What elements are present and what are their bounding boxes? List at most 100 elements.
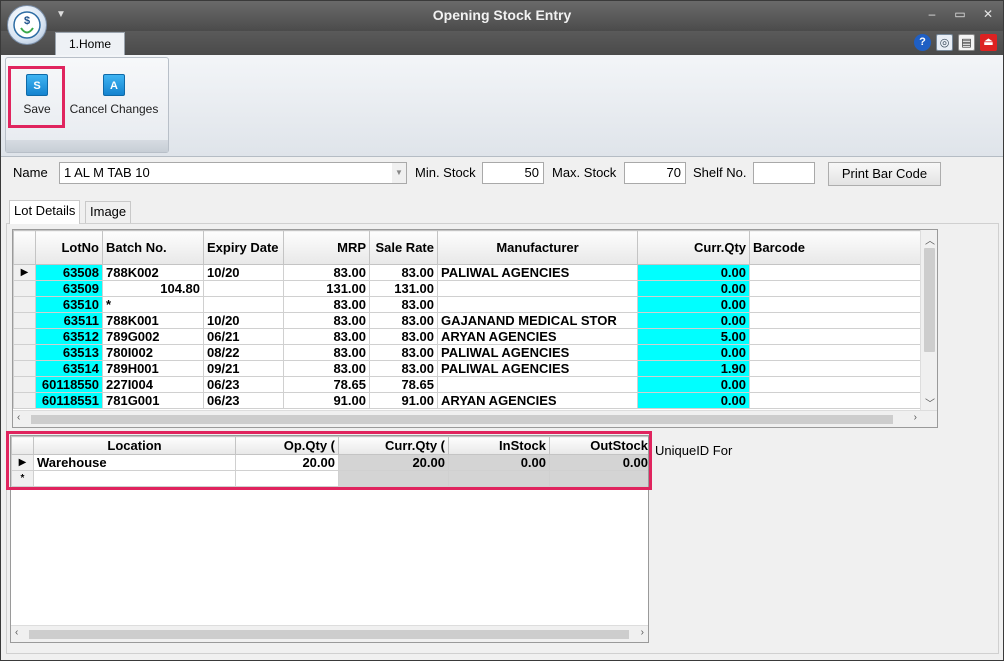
lot-grid-vertical-scrollbar[interactable]: ︿ ﹀ (920, 230, 937, 412)
lotno-cell[interactable]: 63514 (35, 360, 103, 377)
row-header[interactable] (13, 280, 36, 297)
document-icon[interactable]: ▤ (958, 34, 975, 51)
expiry-cell[interactable]: 09/21 (203, 360, 284, 377)
sale-rate-cell[interactable]: 78.65 (369, 376, 438, 393)
expiry-cell[interactable]: 06/23 (203, 376, 284, 393)
scroll-up-icon[interactable]: ︿ (925, 232, 935, 247)
curr-qty-cell[interactable]: 0.00 (637, 376, 750, 393)
column-header-op-qty[interactable]: Op.Qty ( (235, 436, 339, 455)
manufacturer-cell[interactable] (437, 296, 638, 313)
row-header[interactable] (13, 360, 36, 377)
curr-qty-cell[interactable]: 5.00 (637, 328, 750, 345)
table-row[interactable]: 60118551 781G001 06/23 91.00 91.00 ARYAN AGEN… (13, 392, 937, 409)
current-row-indicator-icon[interactable]: ▶ (13, 264, 36, 281)
barcode-cell[interactable]: 99906000169 (749, 360, 937, 377)
sale-rate-cell[interactable]: 83.00 (369, 360, 438, 377)
barcode-cell[interactable]: 99906000169 (749, 296, 937, 313)
column-header-barcode[interactable]: Barcode (749, 230, 937, 265)
batch-cell[interactable]: 788K001 (102, 312, 204, 329)
manufacturer-cell[interactable] (437, 376, 638, 393)
column-header-instock[interactable]: InStock (448, 436, 550, 455)
expiry-cell[interactable] (203, 296, 284, 313)
table-row[interactable]: 60118550227I00406/2378.6578.650.00999060… (13, 376, 937, 393)
save-button[interactable]: S Save (12, 68, 62, 126)
curr-qty-cell[interactable]: 0.00 (637, 344, 750, 361)
manufacturer-cell[interactable]: ARYAN AGENCIES (437, 392, 638, 409)
search-icon[interactable]: ◎ (936, 34, 953, 51)
manufacturer-cell[interactable]: PALIWAL AGENCIES (437, 344, 638, 361)
op-qty-cell[interactable]: 20.00 (235, 454, 339, 471)
scroll-down-icon[interactable]: ﹀ (925, 395, 935, 410)
batch-cell[interactable]: 789H001 (102, 360, 204, 377)
sale-rate-cell[interactable]: 83.00 (369, 296, 438, 313)
app-logo-icon[interactable]: $ (7, 5, 47, 45)
lot-grid-vscroll-thumb[interactable] (924, 248, 935, 352)
batch-cell[interactable]: 104.80 (102, 280, 204, 297)
lotno-cell[interactable]: 63511 (35, 312, 103, 329)
lotno-cell[interactable]: 63512 (35, 328, 103, 345)
table-row[interactable]: 63514 789H001 09/21 83.00 83.00 PALIWAL AGENC… (13, 360, 937, 377)
batch-cell[interactable]: 788K002 (102, 264, 204, 281)
manufacturer-cell[interactable]: ARYAN AGENCIES (437, 328, 638, 345)
close-button[interactable]: ✕ (981, 7, 995, 21)
row-header[interactable] (13, 312, 36, 329)
location-grid-hscroll-thumb[interactable] (29, 630, 629, 639)
column-header-sale-rate[interactable]: Sale Rate (369, 230, 438, 265)
scroll-right-icon[interactable]: › (641, 627, 644, 638)
table-row[interactable]: 63510* 83.0083.00 0.0099906000169 (13, 296, 937, 313)
mrp-cell[interactable]: 83.00 (283, 312, 370, 329)
table-row[interactable]: 63509104.80 131.00131.00 0.0099906000169 (13, 280, 937, 297)
expiry-cell[interactable]: 06/21 (203, 328, 284, 345)
curr-qty-cell[interactable]: 0.00 (637, 280, 750, 297)
column-header-mrp[interactable]: MRP (283, 230, 370, 265)
column-header-expiry[interactable]: Expiry Date (203, 230, 284, 265)
table-row[interactable]: 63511 788K001 10/20 83.00 83.00 GAJANAND MEDI… (13, 312, 937, 329)
sale-rate-cell[interactable]: 83.00 (369, 312, 438, 329)
lotno-cell[interactable]: 60118551 (35, 392, 103, 409)
manufacturer-cell[interactable]: PALIWAL AGENCIES (437, 360, 638, 377)
row-header[interactable] (13, 328, 36, 345)
mrp-cell[interactable]: 83.00 (283, 344, 370, 361)
sale-rate-cell[interactable]: 83.00 (369, 328, 438, 345)
lotno-cell[interactable]: 63510 (35, 296, 103, 313)
print-bar-code-button[interactable]: Print Bar Code (828, 162, 941, 186)
manufacturer-cell[interactable] (437, 280, 638, 297)
row-header[interactable] (13, 344, 36, 361)
row-header[interactable] (13, 296, 36, 313)
sale-rate-cell[interactable]: 131.00 (369, 280, 438, 297)
mrp-cell[interactable]: 131.00 (283, 280, 370, 297)
column-header-curr-qty[interactable]: Curr.Qty (637, 230, 750, 265)
barcode-cell[interactable]: 99906000169 (749, 312, 937, 329)
batch-cell[interactable]: 781G001 (102, 392, 204, 409)
table-row[interactable]: 63512 789G002 06/21 83.00 83.00 ARYAN AGENCIE… (13, 328, 937, 345)
scroll-left-icon[interactable]: ‹ (17, 412, 20, 423)
location-grid-horizontal-scrollbar[interactable]: ‹ › (11, 625, 648, 642)
mrp-cell[interactable]: 91.00 (283, 392, 370, 409)
lotno-cell[interactable]: 63509 (35, 280, 103, 297)
new-location-cell[interactable] (33, 470, 236, 487)
expiry-cell[interactable] (203, 280, 284, 297)
tab-lot-details[interactable]: Lot Details (9, 200, 81, 224)
column-header-lotno[interactable]: LotNo (35, 230, 103, 265)
mrp-cell[interactable]: 83.00 (283, 296, 370, 313)
barcode-cell[interactable]: 99906000169 (749, 344, 937, 361)
manufacturer-cell[interactable]: PALIWAL AGENCIES (437, 264, 638, 281)
location-cell[interactable]: Warehouse (33, 454, 236, 471)
max-stock-input[interactable]: 70 (624, 162, 686, 184)
maximize-button[interactable]: ▭ (953, 7, 967, 21)
column-header-outstock[interactable]: OutStock (549, 436, 648, 455)
column-header-manufacturer[interactable]: Manufacturer (437, 230, 638, 265)
barcode-cell[interactable]: 99906000169 (749, 376, 937, 393)
column-header-batch[interactable]: Batch No. (102, 230, 204, 265)
column-header-curr-qty[interactable]: Curr.Qty ( (338, 436, 449, 455)
barcode-cell[interactable]: 99906000169 (749, 328, 937, 345)
row-header[interactable] (13, 376, 36, 393)
name-combo[interactable]: 1 AL M TAB 10 ▼ (59, 162, 407, 184)
curr-qty-cell[interactable]: 0.00 (637, 312, 750, 329)
sale-rate-cell[interactable]: 83.00 (369, 264, 438, 281)
minimize-button[interactable]: – (925, 7, 939, 21)
lotno-cell[interactable]: 63513 (35, 344, 103, 361)
barcode-cell[interactable]: 99906000169 (749, 280, 937, 297)
curr-qty-cell[interactable]: 0.00 (637, 296, 750, 313)
sale-rate-cell[interactable]: 91.00 (369, 392, 438, 409)
